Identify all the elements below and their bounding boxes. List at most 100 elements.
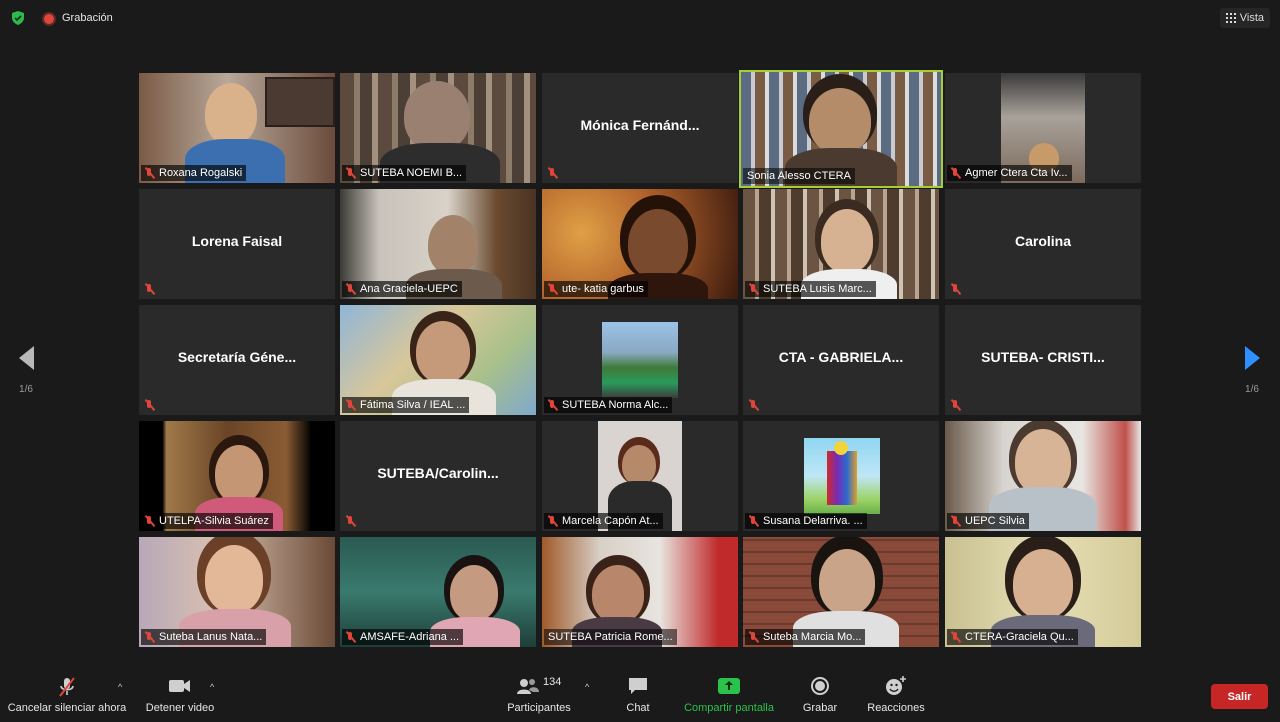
participant-name-label: UTELPA-Silvia Suárez bbox=[141, 513, 273, 529]
video-tile[interactable]: SUTEBA NOEMI B... bbox=[340, 73, 536, 183]
participant-name-label: SUTEBA Norma Alc... bbox=[544, 397, 673, 413]
muted-mic-icon bbox=[342, 166, 360, 180]
participant-name-label: ute- katia garbus bbox=[544, 281, 648, 297]
participant-name-label: Suteba Marcia Mo... bbox=[745, 629, 866, 645]
record-label: Grabar bbox=[802, 702, 838, 714]
muted-mic-icon bbox=[947, 398, 965, 412]
right-arrow-icon bbox=[1244, 346, 1260, 370]
muted-mic-icon bbox=[544, 514, 562, 528]
participants-options-chevron-icon[interactable]: ^ bbox=[585, 682, 589, 692]
muted-mic-icon bbox=[745, 514, 763, 528]
video-tile[interactable]: Carolina bbox=[945, 189, 1141, 299]
video-tile[interactable]: SUTEBA- CRISTI... bbox=[945, 305, 1141, 415]
participant-name-label: AMSAFE-Adriana ... bbox=[342, 629, 464, 645]
participant-name-label: Marcela Capón At... bbox=[544, 513, 663, 529]
video-tile[interactable]: CTERA-Graciela Qu... bbox=[945, 537, 1141, 647]
muted-mic-icon bbox=[544, 398, 562, 412]
video-tile[interactable]: Agmer Ctera Cta Iv... bbox=[945, 73, 1141, 183]
video-tile[interactable]: ute- katia garbus bbox=[542, 189, 738, 299]
video-tile[interactable]: Ana Graciela-UEPC bbox=[340, 189, 536, 299]
video-tile[interactable]: Fátima Silva / IEAL ... bbox=[340, 305, 536, 415]
muted-mic-icon bbox=[947, 166, 965, 180]
grid-view-icon bbox=[1225, 13, 1236, 23]
muted-mic-icon bbox=[141, 514, 159, 528]
top-bar: Grabación Vista bbox=[0, 0, 1280, 38]
share-screen-button[interactable]: Compartir pantalla bbox=[678, 676, 780, 714]
muted-mic-icon bbox=[947, 514, 965, 528]
video-tile[interactable]: Lorena Faisal bbox=[139, 189, 335, 299]
video-tile[interactable]: Marcela Capón At... bbox=[542, 421, 738, 531]
muted-mic-icon bbox=[141, 398, 159, 412]
unmute-button[interactable]: Cancelar silenciar ahora bbox=[6, 676, 128, 714]
next-page-button[interactable]: 1/6 bbox=[1237, 346, 1267, 395]
video-camera-icon bbox=[140, 676, 220, 696]
participant-name-label: UEPC Silvia bbox=[947, 513, 1029, 529]
video-tile[interactable]: SUTEBA/Carolin... bbox=[340, 421, 536, 531]
muted-mic-icon bbox=[141, 166, 159, 180]
muted-microphone-icon bbox=[6, 676, 128, 697]
participant-name-label bbox=[745, 397, 767, 413]
chat-button[interactable]: Chat bbox=[612, 676, 664, 714]
smiley-reaction-icon bbox=[862, 676, 930, 696]
muted-mic-icon bbox=[947, 630, 965, 644]
video-tile[interactable]: AMSAFE-Adriana ... bbox=[340, 537, 536, 647]
participant-name-label: SUTEBA Patricia Rome... bbox=[544, 629, 677, 645]
record-icon bbox=[795, 676, 845, 696]
video-tile[interactable]: CTA - GABRIELA... bbox=[743, 305, 939, 415]
participants-label: Participantes bbox=[507, 702, 571, 714]
video-tile[interactable]: UTELPA-Silvia Suárez bbox=[139, 421, 335, 531]
unmute-label: Cancelar silenciar ahora bbox=[7, 702, 127, 714]
muted-mic-icon bbox=[342, 398, 360, 412]
participant-name-label: CTERA-Graciela Qu... bbox=[947, 629, 1078, 645]
video-tile[interactable]: SUTEBA Norma Alc... bbox=[542, 305, 738, 415]
reactions-button[interactable]: Reacciones bbox=[862, 676, 930, 714]
stop-video-button[interactable]: Detener video bbox=[140, 676, 220, 714]
previous-page-button[interactable]: 1/6 bbox=[11, 346, 41, 395]
security-shield-icon[interactable] bbox=[10, 10, 26, 26]
participant-name-label bbox=[947, 281, 969, 297]
participants-icon: 134 bbox=[509, 676, 569, 696]
muted-mic-icon bbox=[342, 514, 360, 528]
video-tile[interactable]: Mónica Fernánd... bbox=[542, 73, 738, 183]
reactions-label: Reacciones bbox=[867, 702, 925, 714]
meeting-controls-toolbar: Cancelar silenciar ahora ^ Detener video… bbox=[0, 668, 1280, 722]
participants-button[interactable]: 134 Participantes bbox=[500, 676, 578, 714]
participant-name-label bbox=[342, 513, 364, 529]
participant-name-label: Sonia Alesso CTERA bbox=[743, 168, 855, 184]
share-screen-label: Compartir pantalla bbox=[684, 702, 774, 714]
page-indicator-right: 1/6 bbox=[1245, 384, 1259, 395]
audio-options-chevron-icon[interactable]: ^ bbox=[118, 682, 122, 692]
participant-display-name: Carolina bbox=[1014, 233, 1071, 249]
participant-name-label: Susana Delarriva. ... bbox=[745, 513, 867, 529]
participant-name-label bbox=[947, 397, 969, 413]
page-indicator-left: 1/6 bbox=[19, 384, 33, 395]
participant-name-label: Fátima Silva / IEAL ... bbox=[342, 397, 470, 413]
video-tile[interactable]: Suteba Marcia Mo... bbox=[743, 537, 939, 647]
video-tile[interactable]: Suteba Lanus Nata... bbox=[139, 537, 335, 647]
muted-mic-icon bbox=[141, 282, 159, 296]
view-button[interactable]: Vista bbox=[1219, 8, 1270, 28]
video-tile[interactable]: UEPC Silvia bbox=[945, 421, 1141, 531]
participant-name-label: SUTEBA NOEMI B... bbox=[342, 165, 467, 181]
recording-label: Grabación bbox=[62, 12, 113, 24]
muted-mic-icon bbox=[141, 630, 159, 644]
video-tile-active-speaker[interactable]: Sonia Alesso CTERA bbox=[739, 70, 943, 188]
muted-mic-icon bbox=[544, 166, 562, 180]
muted-mic-icon bbox=[544, 282, 562, 296]
participant-display-name: Secretaría Géne... bbox=[177, 349, 297, 365]
video-tile[interactable]: SUTEBA Lusis Marc... bbox=[743, 189, 939, 299]
video-tile[interactable]: Secretaría Géne... bbox=[139, 305, 335, 415]
video-options-chevron-icon[interactable]: ^ bbox=[210, 682, 214, 692]
video-tile[interactable]: SUTEBA Patricia Rome... bbox=[542, 537, 738, 647]
leave-meeting-button[interactable]: Salir bbox=[1211, 684, 1268, 709]
muted-mic-icon bbox=[745, 398, 763, 412]
recording-icon bbox=[44, 14, 54, 24]
participant-display-name: Mónica Fernánd... bbox=[580, 117, 700, 133]
video-tile[interactable]: Roxana Rogalski bbox=[139, 73, 335, 183]
participant-name-label: SUTEBA Lusis Marc... bbox=[745, 281, 876, 297]
stop-video-label: Detener video bbox=[145, 702, 215, 714]
participant-name-label bbox=[141, 397, 163, 413]
record-button[interactable]: Grabar bbox=[795, 676, 845, 714]
video-tile[interactable]: Susana Delarriva. ... bbox=[743, 421, 939, 531]
participant-display-name: Lorena Faisal bbox=[191, 233, 283, 249]
